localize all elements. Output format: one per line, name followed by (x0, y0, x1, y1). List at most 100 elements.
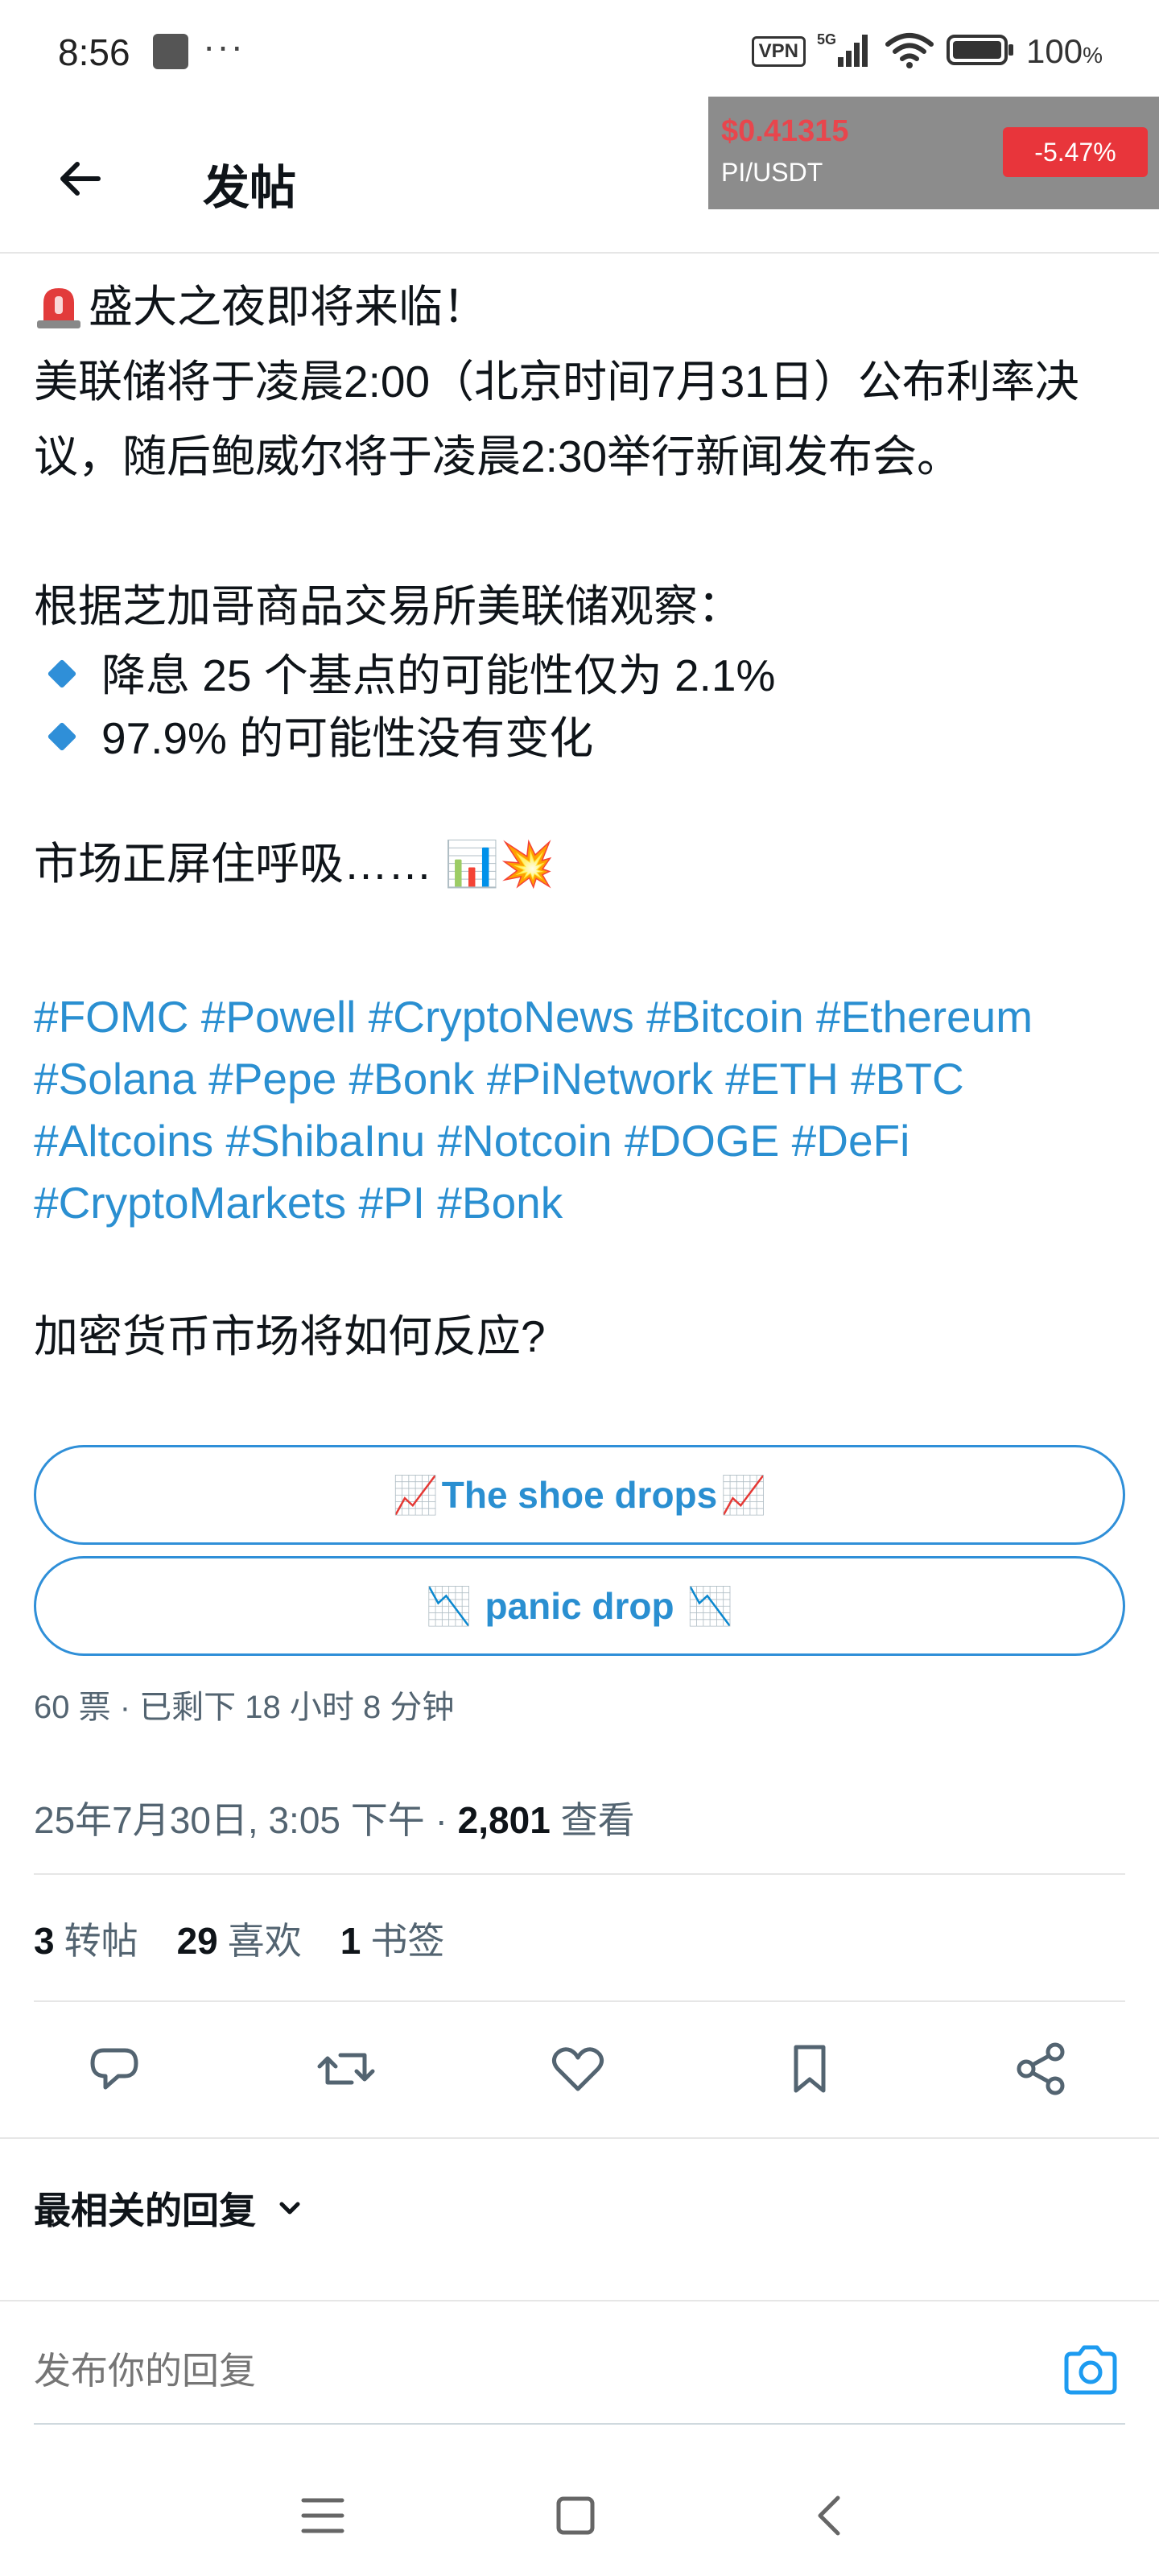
divider (34, 2000, 1125, 2002)
menu-icon (301, 2498, 344, 2533)
post-spacer (34, 770, 1128, 832)
reply-icon (90, 2048, 138, 2090)
bookmarks-stat[interactable]: 1 书签 (340, 1912, 445, 1965)
views-count: 2,801 (457, 1799, 551, 1841)
hashtag-link[interactable]: #PI (358, 1178, 425, 1228)
network-type: 5G (817, 31, 836, 47)
bookmarks-label: 书签 (370, 1920, 445, 1962)
hashtag-link[interactable]: #Pepe (208, 1054, 336, 1104)
likes-stat[interactable]: 29 喜欢 (177, 1912, 302, 1965)
wifi-icon (885, 30, 934, 74)
hashtag-link[interactable]: #Altcoins (34, 1116, 213, 1166)
timestamp-text: 25年7月30日, 3:05 下午 · (34, 1799, 458, 1841)
hashtag-link[interactable]: #DOGE (625, 1116, 780, 1166)
hashtag-link[interactable]: #ETH (725, 1054, 839, 1104)
hashtag-link[interactable]: #Notcoin (437, 1116, 612, 1166)
share-button[interactable] (1001, 2029, 1082, 2109)
bookmark-button[interactable] (769, 2029, 850, 2109)
hashtag-link[interactable]: #Solana (34, 1054, 196, 1104)
likes-label: 喜欢 (227, 1920, 302, 1962)
post-line-announcement: 美联储将于凌晨2:00（北京时间7月31日）公布利率决议，随后鲍威尔将于凌晨2:… (34, 357, 1079, 481)
more-notifications-icon: ··· (203, 25, 245, 67)
post-body: 盛大之夜即将来临！ 美联储将于凌晨2:00（北京时间7月31日）公布利率决议，随… (34, 270, 1128, 895)
hashtag-link[interactable]: #CryptoNews (369, 992, 634, 1042)
page-title: 发帖 (203, 162, 297, 214)
hashtag-link[interactable]: #BTC (851, 1054, 964, 1104)
reply-input[interactable] (34, 2334, 1032, 2407)
status-bar: 8:56 ··· VPN 5G 100% (0, 0, 1159, 97)
hashtag-link[interactable]: #ShibaInu (225, 1116, 425, 1166)
back-arrow-icon (60, 162, 101, 196)
system-navigation-bar (0, 2447, 1159, 2576)
bullet-2-text: 97.9% 的可能性没有变化 (101, 713, 594, 763)
hashtag-link[interactable]: #PiNetwork (487, 1054, 713, 1104)
home-nav-button[interactable] (539, 2479, 612, 2552)
engagement-stats: 3 转帖 29 喜欢 1 书签 (34, 1912, 444, 1965)
post-timestamp: 25年7月30日, 3:05 下午 · 2,801 查看 (34, 1791, 635, 1844)
chevron-down-icon (279, 2202, 300, 2215)
status-time: 8:56 (58, 31, 130, 73)
battery-unit: % (1083, 43, 1103, 68)
menu-nav-button[interactable] (287, 2479, 359, 2552)
reposts-count: 3 (34, 1920, 55, 1962)
divider (0, 2137, 1159, 2139)
post-actions-bar (0, 2029, 1159, 2109)
bullet-1-text: 降息 25 个基点的可能性仅为 2.1% (101, 650, 776, 700)
repost-icon (317, 2053, 375, 2085)
battery-icon (946, 32, 1015, 72)
likes-count: 29 (176, 1920, 218, 1962)
repost-button[interactable] (306, 2029, 386, 2109)
ticker-change-badge: -5.47% (1003, 127, 1148, 177)
hashtag-list: #FOMC #Powell #CryptoNews #Bitcoin #Ethe… (34, 986, 1128, 1234)
reply-button[interactable] (74, 2029, 155, 2109)
divider (0, 2300, 1159, 2301)
hashtag-link[interactable]: #CryptoMarkets (34, 1178, 346, 1228)
share-icon (1017, 2042, 1065, 2095)
poll-meta: 60 票 · 已剩下 18 小时 8 分钟 (34, 1690, 455, 1725)
poll-option-1-label: The shoe drops (441, 1474, 718, 1516)
reposts-label: 转帖 (64, 1920, 138, 1962)
top-app-bar: 发帖 $0.41315 PI/USDT -5.47% (0, 97, 1159, 254)
post-line-source: 根据芝加哥商品交易所美联储观察： (34, 581, 743, 631)
views-label: 查看 (550, 1799, 635, 1841)
post-question: 加密货币市场将如何反应? (34, 1311, 546, 1361)
post-line-headline: 盛大之夜即将来临！ (34, 270, 1128, 345)
like-button[interactable] (538, 2029, 618, 2109)
hashtag-link[interactable]: #DeFi (792, 1116, 910, 1166)
poll-option-2[interactable]: 📉 panic drop 📉 (34, 1556, 1125, 1656)
reply-sort-label: 最相关的回复 (34, 2190, 256, 2231)
chart-increasing-icon: 📈 (720, 1473, 767, 1516)
poll-option-1[interactable]: 📈 The shoe drops 📈 (34, 1445, 1125, 1545)
back-nav-button[interactable] (792, 2479, 864, 2552)
hashtag-link[interactable]: #FOMC (34, 992, 189, 1042)
hashtag-link[interactable]: #Bonk (349, 1054, 474, 1104)
hashtag-link[interactable]: #Ethereum (816, 992, 1033, 1042)
hashtag-link[interactable]: #Bitcoin (646, 992, 804, 1042)
bookmarks-count: 1 (340, 1920, 361, 1962)
blue-diamond-icon (47, 721, 77, 752)
reply-sort-dropdown[interactable]: 最相关的回复 (34, 2182, 306, 2235)
heart-icon (551, 2047, 604, 2091)
hashtag-link[interactable]: #Powell (201, 992, 357, 1042)
camera-icon (1064, 2345, 1117, 2395)
back-chevron-icon (818, 2496, 840, 2536)
bookmark-icon (794, 2045, 826, 2093)
ticker-pair: PI/USDT (721, 158, 823, 187)
input-underline (34, 2423, 1125, 2425)
hashtag-link[interactable]: #Bonk (437, 1178, 563, 1228)
back-button[interactable] (48, 147, 113, 211)
chart-increasing-icon: 📈 (392, 1473, 439, 1516)
post-headline-text: 盛大之夜即将来临！ (89, 282, 488, 332)
reposts-stat[interactable]: 3 转帖 (34, 1912, 138, 1965)
vpn-icon: VPN (751, 36, 806, 67)
signal-icon: 5G (817, 30, 873, 74)
app-notification-icon (153, 34, 188, 69)
camera-button[interactable] (1054, 2334, 1127, 2407)
post-spacer (34, 494, 1128, 569)
status-indicators: VPN 5G 100% (751, 29, 1103, 74)
home-square-icon (556, 2496, 595, 2535)
siren-icon (37, 288, 80, 328)
divider (34, 1873, 1125, 1875)
post-line-market: 市场正屏住呼吸…… 📊💥 (34, 839, 555, 889)
price-ticker-overlay[interactable]: $0.41315 PI/USDT -5.47% (708, 97, 1159, 209)
